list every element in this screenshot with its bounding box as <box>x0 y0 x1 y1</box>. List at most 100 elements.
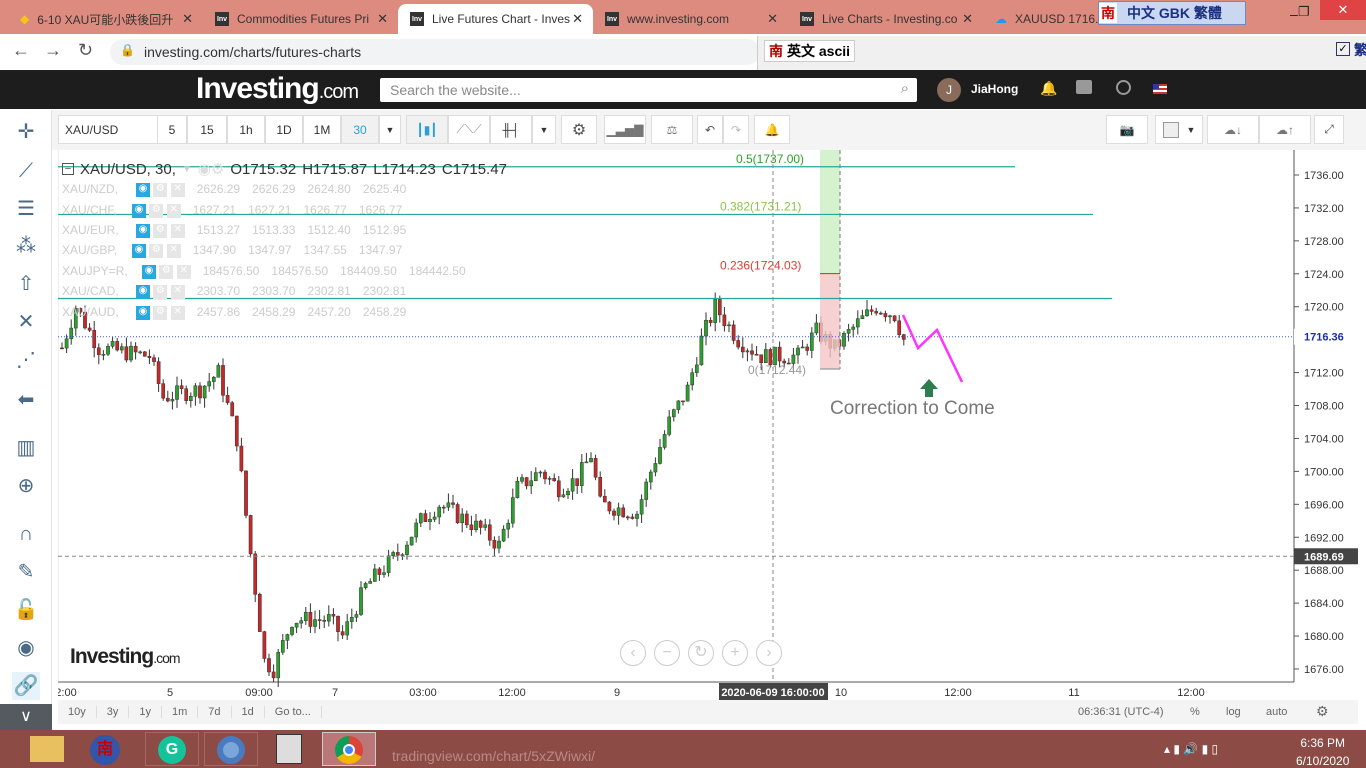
interval-1m[interactable]: 1M <box>303 115 341 144</box>
crosshair-icon[interactable]: ✛ <box>12 118 40 146</box>
range-3y-button[interactable]: 3y <box>97 706 130 718</box>
grammarly-task[interactable]: G <box>145 732 199 766</box>
area-chart-icon[interactable]: ⟋⟍⟋ <box>448 115 490 144</box>
xabcd-icon[interactable]: ✕ <box>12 308 40 336</box>
eye-icon[interactable]: ◉ <box>142 264 156 279</box>
app-icon[interactable] <box>276 734 302 764</box>
zoom-in-icon[interactable]: + <box>722 640 748 666</box>
remove-icon[interactable]: ✕ <box>170 223 185 238</box>
ime-checkbox[interactable]: ✓ <box>1336 42 1350 56</box>
range-Goto-button[interactable]: Go to... <box>265 706 322 718</box>
minimize-button[interactable]: – <box>1290 6 1298 22</box>
tab-3-active[interactable]: Inv Live Futures Chart - Inves ✕ <box>398 4 593 34</box>
interval-30-active[interactable]: 30 <box>341 115 379 144</box>
remove-icon[interactable]: ✕ <box>166 243 181 258</box>
reset-icon[interactable]: ↻ <box>688 640 714 666</box>
cloud-download-icon[interactable]: ☁↓ <box>1207 115 1259 144</box>
bars-icon[interactable]: ╫┤ <box>490 115 532 144</box>
magnet-icon[interactable]: ∩ <box>12 520 40 548</box>
restore-button[interactable]: ❐ <box>1298 4 1310 20</box>
eye-icon[interactable]: ◉ <box>12 634 40 662</box>
remove-icon[interactable]: ✕ <box>170 182 185 197</box>
color-dropdown[interactable]: ▼ <box>1155 115 1203 144</box>
investing-logo[interactable]: Investing.com <box>196 72 359 106</box>
interval-15[interactable]: 15 <box>187 115 227 144</box>
tray-clock[interactable]: 6:36 PM 6/10/2020 <box>1296 736 1349 768</box>
trendline-icon[interactable]: ⟋ <box>12 157 40 185</box>
remove-icon[interactable]: ✕ <box>170 305 185 320</box>
file-explorer-icon[interactable] <box>30 736 64 762</box>
avatar[interactable]: J <box>937 78 961 102</box>
eye-icon[interactable]: ◉ <box>136 284 150 299</box>
eye-icon[interactable]: ◉⚙ <box>198 160 225 178</box>
camera-icon[interactable]: 📷 <box>1106 115 1148 144</box>
lock-icon[interactable]: 🔓 <box>12 596 40 624</box>
chrome-task[interactable] <box>322 732 376 766</box>
eye-icon[interactable]: ◉ <box>136 182 150 197</box>
prediction-icon[interactable]: ⋰ <box>12 346 40 374</box>
candles-icon[interactable]: ┃▮┃ <box>406 115 448 144</box>
close-tab-icon[interactable]: ✕ <box>767 11 778 27</box>
log-toggle[interactable]: log <box>1226 706 1241 718</box>
zoom-in-icon[interactable]: ⊕ <box>12 472 40 500</box>
tab-5[interactable]: Inv Live Charts - Investing.co ✕ <box>788 4 983 34</box>
collapse-legend-icon[interactable]: – <box>62 163 74 175</box>
range-10y-button[interactable]: 10y <box>58 706 97 718</box>
ime-app-icon[interactable]: 南 <box>90 735 120 765</box>
close-tab-icon[interactable]: ✕ <box>572 11 583 27</box>
link-icon[interactable]: 🔗 <box>12 672 40 700</box>
arrow-up-shape-icon[interactable]: ⇧ <box>12 270 40 298</box>
gear-icon[interactable]: ⚙ <box>153 305 168 320</box>
chromium-task[interactable] <box>204 732 258 766</box>
interval-dropdown[interactable]: ▼ <box>379 115 401 144</box>
tray-icons[interactable]: ▴ ▮ 🔊 ▮ ▯ <box>1164 742 1218 756</box>
interval-1d[interactable]: 1D <box>265 115 303 144</box>
chart-type-dropdown[interactable]: ▼ <box>532 115 556 144</box>
fib-lines-icon[interactable]: ☰ <box>12 195 40 223</box>
close-tab-icon[interactable]: ✕ <box>377 11 388 27</box>
percent-toggle[interactable]: % <box>1190 706 1200 718</box>
scroll-right-icon[interactable]: › <box>756 640 782 666</box>
user-name[interactable]: JiaHong <box>971 82 1018 96</box>
tab-2[interactable]: Inv Commodities Futures Pri ✕ <box>203 4 398 34</box>
pattern-icon[interactable]: ⁂ <box>12 232 40 260</box>
interval-1h[interactable]: 1h <box>227 115 265 144</box>
compare-scales-icon[interactable]: ⚖ <box>651 115 693 144</box>
us-flag-icon[interactable] <box>1153 84 1167 94</box>
gear-icon[interactable]: ⚙ <box>153 182 168 197</box>
zoom-out-icon[interactable]: − <box>654 640 680 666</box>
back-icon[interactable]: ← <box>12 40 30 61</box>
collapse-chevron-icon[interactable]: ∨ <box>0 704 52 730</box>
symbol-input[interactable]: XAU/USD <box>58 115 158 144</box>
reload-icon[interactable]: ↻ <box>78 40 93 61</box>
forward-icon[interactable]: → <box>44 40 62 61</box>
close-window-button[interactable]: ✕ <box>1320 0 1366 20</box>
gear-icon[interactable]: ⚙ <box>149 243 164 258</box>
settings-gear-icon[interactable]: ⚙ <box>1316 703 1329 720</box>
range-1m-button[interactable]: 1m <box>162 706 199 718</box>
remove-icon[interactable]: ✕ <box>170 284 185 299</box>
eye-icon[interactable]: ◉ <box>136 305 150 320</box>
eye-icon[interactable]: ◉ <box>136 223 150 238</box>
range-1d-button[interactable]: 1d <box>232 706 265 718</box>
auto-toggle[interactable]: auto <box>1266 706 1287 718</box>
pencil-lock-icon[interactable]: ✎ <box>12 558 40 586</box>
search-icon[interactable]: ⌕ <box>901 80 909 97</box>
ime-mode[interactable]: 南英文 ascii <box>764 40 856 62</box>
settings-gear-icon[interactable]: ⚙ <box>561 115 597 144</box>
annotation-text[interactable]: Correction to Come <box>830 398 995 420</box>
cloud-upload-icon[interactable]: ☁↑ <box>1259 115 1311 144</box>
portfolio-icon[interactable] <box>1076 80 1092 94</box>
gear-icon[interactable]: ⚙ <box>149 203 164 218</box>
scroll-left-icon[interactable]: ‹ <box>620 640 646 666</box>
ime-trad-label[interactable]: 繁 <box>1354 40 1366 60</box>
gear-icon[interactable]: ⚙ <box>153 284 168 299</box>
eye-icon[interactable]: ◉ <box>132 243 146 258</box>
clock-icon[interactable] <box>1116 80 1131 95</box>
add-alert-icon[interactable]: 🔔 <box>754 115 790 144</box>
tab-1[interactable]: ◆ 6-10 XAU可能小跌後回升 ✕ <box>8 4 203 34</box>
remove-icon[interactable]: ✕ <box>166 203 181 218</box>
tab-4[interactable]: Inv www.investing.com ✕ <box>593 4 788 34</box>
tab-6[interactable]: ☁ XAUUSD 1716. <box>983 4 1103 34</box>
candles-tool-icon[interactable]: ▥ <box>12 434 40 462</box>
